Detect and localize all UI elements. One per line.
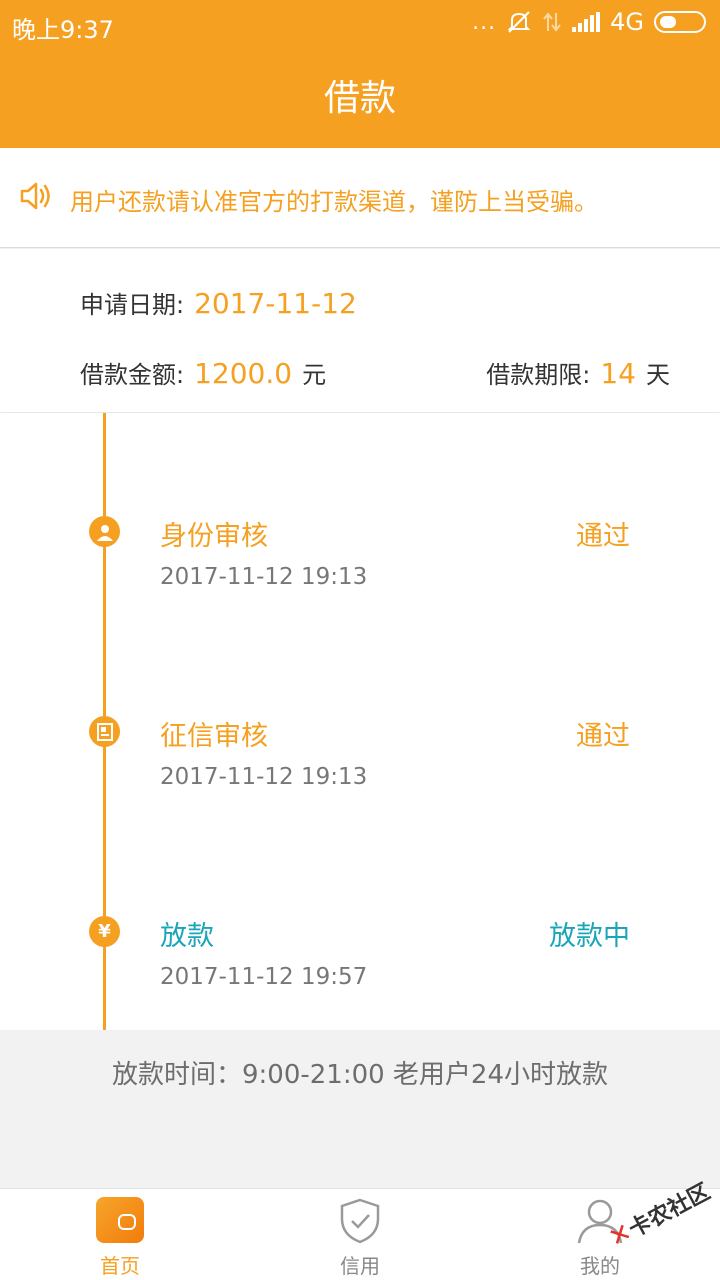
amount-unit: 元 — [302, 361, 327, 389]
term-value: 14 — [600, 357, 636, 390]
timeline-step-disbursement: ¥ 放款 放款中 2017-11-12 19:57 — [0, 916, 720, 1016]
timeline-step-credit: 征信审核 通过 2017-11-12 19:13 — [0, 716, 720, 816]
step-title: 征信审核 — [160, 721, 268, 752]
term-unit: 天 — [646, 361, 670, 389]
progress-timeline: 身份审核 通过 2017-11-12 19:13 征信审核 通过 2017-11… — [0, 413, 720, 1030]
notice-banner: 用户还款请认准官方的打款渠道，谨防上当受骗。 — [0, 148, 720, 248]
nav-credit[interactable]: 信用 — [240, 1189, 480, 1280]
step-time: 2017-11-12 19:13 — [160, 564, 368, 590]
step-status: 通过 — [576, 521, 630, 552]
nav-credit-label: 信用 — [340, 1254, 380, 1278]
disbursement-hours-note: 放款时间：9:00-21:00 老用户24小时放款 — [0, 1030, 720, 1188]
battery-icon — [654, 11, 706, 33]
loan-info-card: 申请日期: 2017-11-12 借款金额: 1200.0 元 借款期限: 14… — [0, 249, 720, 412]
amount-label: 借款金额: — [80, 361, 185, 389]
data-arrows-icon — [543, 12, 561, 32]
status-bar: 晚上9:37 ... 4G — [0, 0, 720, 50]
notice-text: 用户还款请认准官方的打款渠道，谨防上当受骗。 — [70, 188, 598, 216]
network-type: 4G — [610, 8, 644, 36]
status-icons: ... 4G — [472, 8, 706, 36]
yen-icon: ¥ — [89, 916, 120, 947]
timeline-step-identity: 身份审核 通过 2017-11-12 19:13 — [0, 516, 720, 616]
user-icon — [89, 516, 120, 547]
nav-home-label: 首页 — [100, 1254, 140, 1278]
step-title: 身份审核 — [160, 521, 268, 552]
notification-dots: ... — [472, 9, 497, 35]
status-time: 晚上9:37 — [12, 16, 114, 44]
wallet-icon — [96, 1197, 144, 1245]
nav-home[interactable]: 首页 — [0, 1189, 240, 1280]
speaker-icon — [20, 182, 50, 210]
document-icon — [89, 716, 120, 747]
step-title: 放款 — [160, 921, 214, 952]
apply-date-label: 申请日期: — [80, 291, 185, 319]
step-time: 2017-11-12 19:57 — [160, 964, 368, 990]
term-label: 借款期限: — [486, 361, 591, 389]
step-time: 2017-11-12 19:13 — [160, 764, 368, 790]
amount-value: 1200.0 — [194, 357, 293, 390]
mute-icon — [507, 11, 531, 33]
step-status: 通过 — [576, 721, 630, 752]
apply-date-value: 2017-11-12 — [194, 287, 357, 320]
page-title: 借款 — [0, 50, 720, 148]
apply-date-row: 申请日期: 2017-11-12 — [80, 285, 357, 320]
signal-icon — [572, 12, 601, 32]
nav-mine-label: 我的 — [580, 1254, 620, 1278]
shield-check-icon — [340, 1198, 380, 1244]
step-status: 放款中 — [549, 921, 630, 952]
amount-row: 借款金额: 1200.0 元 — [80, 355, 326, 390]
term-row: 借款期限: 14 天 — [486, 355, 670, 390]
